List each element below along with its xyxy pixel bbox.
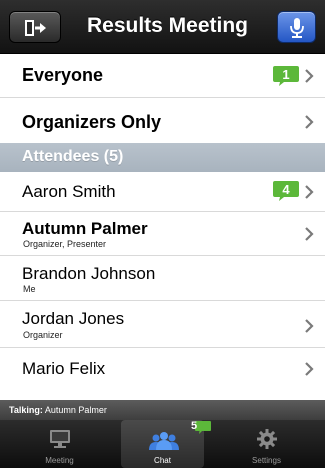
attendee-role: Organizer	[23, 330, 63, 340]
tab-settings[interactable]: Settings	[219, 420, 314, 468]
unread-badge: 4	[272, 180, 300, 202]
nav-bar: Results Meeting	[0, 0, 325, 54]
microphone-icon	[290, 18, 304, 38]
chat-target-label: Everyone	[22, 65, 104, 85]
attendee-name: Aaron Smith	[22, 182, 116, 201]
attendee-row[interactable]: Brandon Johnson Me	[0, 256, 325, 301]
attendee-role: Me	[23, 284, 36, 294]
tab-label: Meeting	[45, 456, 74, 465]
attendee-name: Brandon Johnson	[22, 264, 156, 283]
chevron-right-icon	[305, 362, 314, 376]
chevron-right-icon	[305, 319, 314, 333]
tab-label: Settings	[252, 456, 281, 465]
chevron-right-icon	[305, 185, 314, 199]
talking-label: Talking:	[9, 405, 43, 415]
attendee-row[interactable]: Aaron Smith 4	[0, 172, 325, 212]
attendees-section-header: Attendees (5)	[0, 143, 325, 172]
attendee-name: Mario Felix	[22, 359, 106, 378]
chat-target-organizers[interactable]: Organizers Only	[0, 98, 325, 143]
chevron-right-icon	[305, 69, 314, 83]
attendee-row[interactable]: Autumn Palmer Organizer, Presenter	[0, 212, 325, 256]
attendee-row[interactable]: Jordan Jones Organizer	[0, 301, 325, 348]
chat-target-label: Organizers Only	[22, 112, 162, 132]
talking-name: Autumn Palmer	[44, 405, 107, 415]
attendee-name: Autumn Palmer	[22, 219, 148, 238]
monitor-icon	[50, 430, 70, 448]
talking-status-bar: Talking: Autumn Palmer	[0, 400, 325, 420]
attendee-row[interactable]: Mario Felix	[0, 348, 325, 388]
microphone-button[interactable]	[277, 11, 316, 43]
tab-chat[interactable]: 5 Chat	[121, 420, 211, 468]
attendee-role: Organizer, Presenter	[23, 239, 107, 249]
gear-icon	[257, 429, 277, 449]
chat-unread-badge: 5	[185, 420, 211, 435]
tab-label: Chat	[154, 456, 171, 465]
tab-meeting[interactable]: Meeting	[12, 420, 107, 468]
chat-target-everyone[interactable]: Everyone 1	[0, 54, 325, 98]
unread-badge: 1	[272, 65, 300, 87]
tab-bar: Meeting 5 Chat Settings	[0, 420, 325, 468]
attendee-name: Jordan Jones	[22, 309, 125, 328]
page-title: Results Meeting	[86, 14, 249, 37]
exit-door-icon	[25, 20, 46, 36]
chevron-right-icon	[305, 227, 314, 241]
leave-meeting-button[interactable]	[9, 11, 61, 43]
people-icon	[149, 432, 179, 450]
chevron-right-icon	[305, 115, 314, 129]
